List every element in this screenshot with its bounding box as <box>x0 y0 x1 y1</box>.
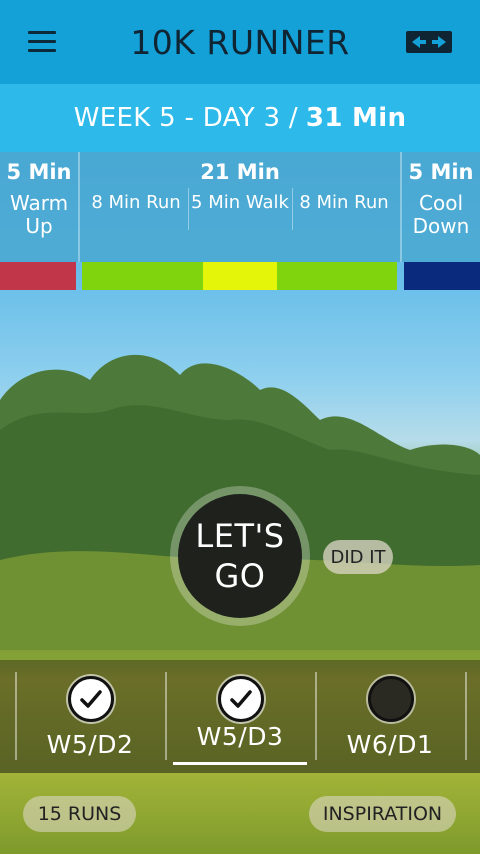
inspiration-button[interactable]: INSPIRATION <box>309 796 456 832</box>
warmup-duration: 5 Min <box>6 160 72 184</box>
week-day-bar: WEEK 5 - DAY 3 / 31 Min <box>0 84 480 152</box>
day-tab-w6d1[interactable]: W6/D1 <box>315 660 465 773</box>
segment-color-bar <box>0 262 480 290</box>
walk-color <box>203 262 277 290</box>
sub-segment-run-2: 8 Min Run <box>299 192 389 213</box>
week-day-label: WEEK 5 - DAY 3 / <box>73 103 298 133</box>
app-header: 10K RUNNER <box>0 0 480 84</box>
day-label: W6/D1 <box>346 730 434 759</box>
go-line-1: LET'S <box>195 517 285 555</box>
day-tab-w5d3[interactable]: W5/D3 <box>165 660 315 773</box>
sub-segment-walk: 5 Min Walk <box>191 192 289 213</box>
segment-main: 21 Min 8 Min Run 5 Min Walk 8 Min Run <box>80 152 400 262</box>
empty-circle-icon <box>368 676 414 722</box>
day-label: W5/D2 <box>46 730 134 759</box>
warmup-label: Warm Up <box>10 191 69 238</box>
selected-tab-indicator <box>173 762 307 765</box>
share-arrows-icon[interactable] <box>406 31 452 53</box>
runs-count-button[interactable]: 15 RUNS <box>23 796 136 832</box>
cooldown-color <box>404 262 480 290</box>
segment-warmup: 5 Min Warm Up <box>0 152 78 262</box>
sub-segment-run-1: 8 Min Run <box>91 192 181 213</box>
go-line-2: GO <box>214 557 266 595</box>
run-color-1 <box>82 262 203 290</box>
lets-go-button[interactable]: LET'S GO <box>178 494 302 618</box>
workout-segments: 5 Min Warm Up 21 Min 8 Min Run 5 Min Wal… <box>0 152 480 262</box>
day-label: W5/D3 <box>196 722 284 751</box>
check-icon <box>68 676 114 722</box>
total-duration: 31 Min <box>305 103 407 133</box>
main-duration: 21 Min <box>200 160 280 184</box>
hamburger-icon[interactable] <box>28 31 56 53</box>
segment-cooldown: 5 Min Cool Down <box>402 152 480 262</box>
run-color-2 <box>277 262 397 290</box>
did-it-button[interactable]: DID IT <box>323 540 393 574</box>
day-tab-w5d2[interactable]: W5/D2 <box>15 660 165 773</box>
app-title: 10K RUNNER <box>130 22 350 62</box>
warmup-color <box>0 262 76 290</box>
day-selector: W5/D2 W5/D3 W6/D1 <box>0 660 480 773</box>
tab-divider <box>465 672 467 760</box>
cooldown-label: Cool Down <box>412 191 470 238</box>
cooldown-duration: 5 Min <box>408 160 474 184</box>
check-icon <box>218 676 264 722</box>
